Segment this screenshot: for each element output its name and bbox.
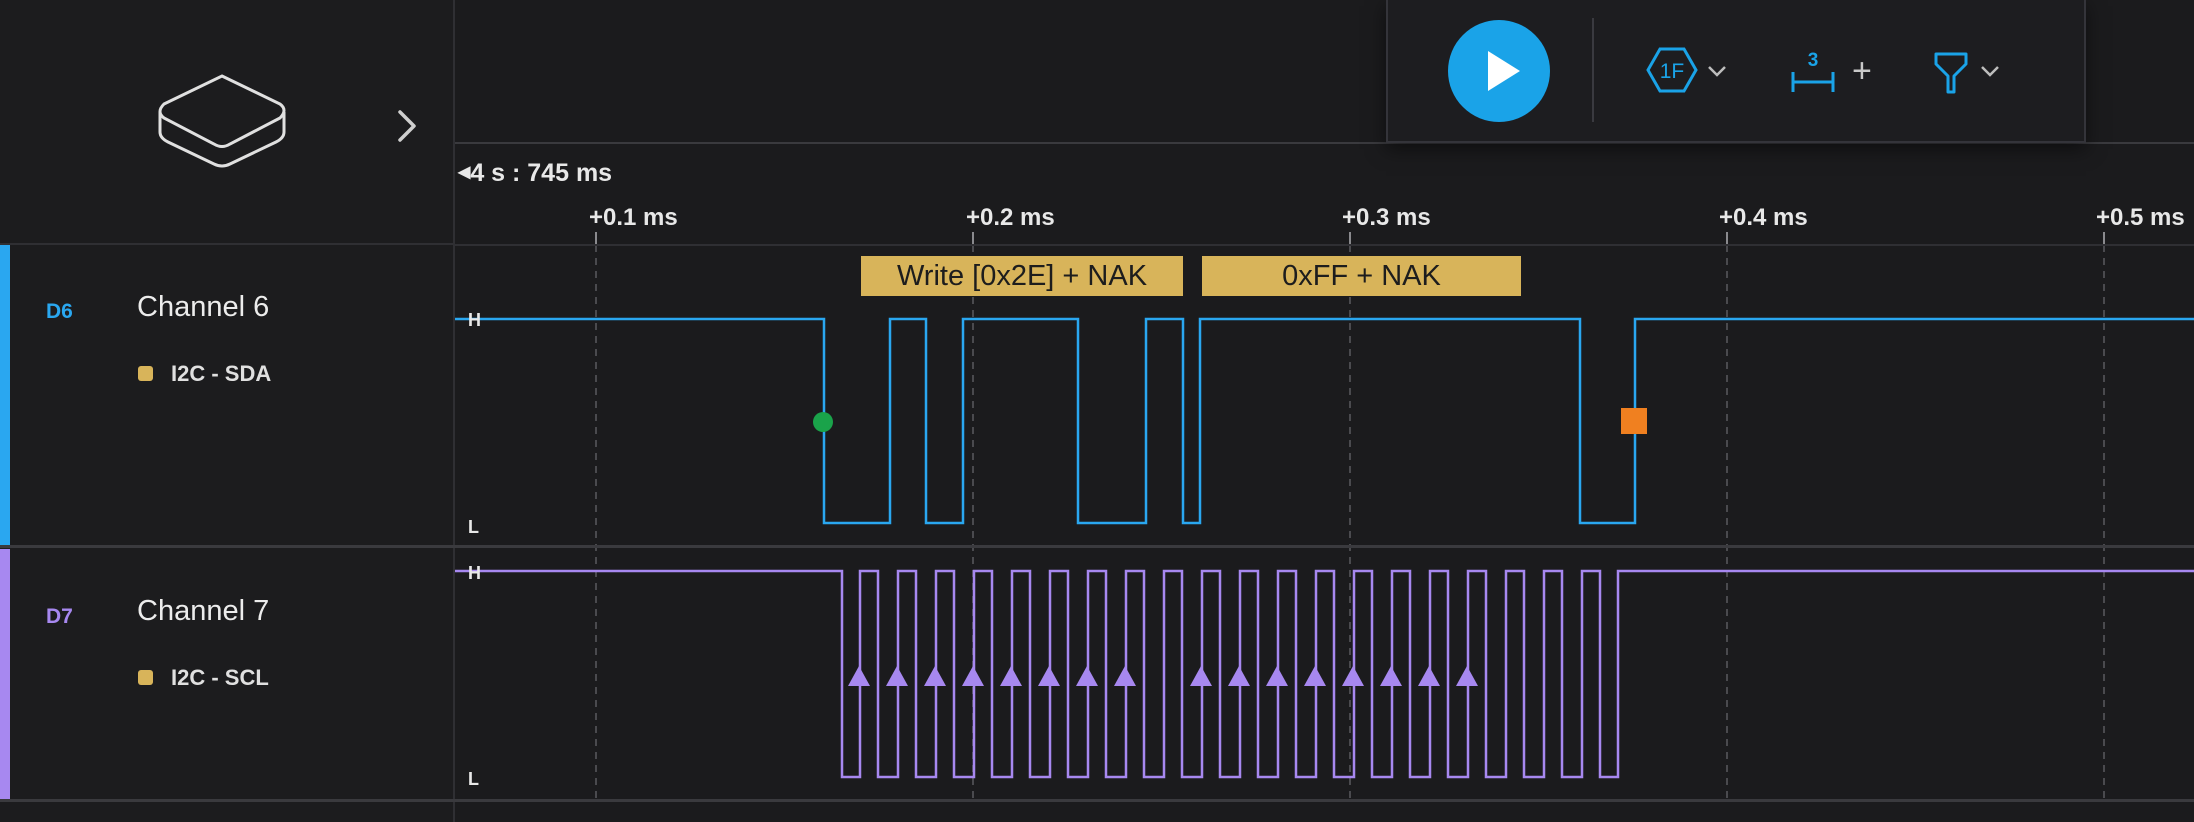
channel-sidebar: D6 Channel 6 I2C - SDA D7 Channel 7 I2C … (0, 0, 455, 822)
play-button[interactable] (1448, 20, 1550, 122)
toolbar-separator (1592, 18, 1594, 122)
sample-arrow-icon (1000, 666, 1022, 686)
logic-analyzer-window: H L H L D6 Channel 6 I2C - SDA D7 Channe… (0, 0, 2194, 822)
sample-arrow-icon (1038, 666, 1060, 686)
sample-arrow-icon (1304, 666, 1326, 686)
svg-text:3: 3 (1808, 50, 1819, 71)
sample-arrow-icon (962, 666, 984, 686)
d6-low-label: L (468, 517, 479, 537)
analyzer-color-dot (138, 366, 153, 381)
d6-high-label: H (468, 310, 481, 330)
sample-arrow-icon (924, 666, 946, 686)
play-icon (1488, 51, 1520, 91)
sample-arrow-icon (1342, 666, 1364, 686)
timing-marker-icon: 3 (1791, 50, 1835, 92)
time-origin: ◀4 s : 745 ms (458, 159, 612, 188)
i2c-frame-data[interactable]: 0xFF + NAK (1202, 256, 1521, 296)
sample-arrow-icon (1380, 666, 1402, 686)
start-marker[interactable] (813, 412, 833, 432)
trigger-button[interactable] (1933, 48, 2019, 96)
time-origin-label: 4 s : 745 ms (470, 159, 613, 187)
device-box-icon (158, 74, 286, 168)
time-tick-label: +0.4 ms (1719, 204, 1808, 231)
timing-marker-button[interactable]: 3 + (1790, 48, 1880, 96)
scl-waveform[interactable] (455, 569, 2194, 779)
funnel-trigger-icon (1934, 52, 1968, 94)
analyzer-button[interactable]: 1F (1646, 44, 1732, 96)
channel-divider (0, 545, 2194, 548)
hexagon-analyzer-icon: 1F (1646, 47, 1698, 93)
chevron-down-icon (1981, 66, 1999, 77)
sda-trace (455, 317, 2194, 525)
time-grid (455, 232, 2105, 799)
channel-color-bar (0, 549, 10, 802)
analyzer-color-dot (138, 670, 153, 685)
capture-toolbar: 1F 3 + (1386, 0, 2086, 143)
origin-caret-icon: ◀ (458, 164, 471, 181)
time-tick-label: +0.1 ms (589, 204, 678, 231)
scl-trace (455, 569, 2194, 779)
sda-waveform[interactable] (455, 317, 2194, 525)
analyzer-label[interactable]: I2C - SCL (171, 665, 269, 691)
ruler-divider (455, 244, 2194, 246)
channel-id: D7 (46, 605, 73, 628)
device-header (0, 0, 453, 245)
channel-row-d7[interactable]: D7 Channel 7 I2C - SCL (0, 549, 453, 802)
sample-arrow-icon (1190, 666, 1212, 686)
chevron-right-icon[interactable] (392, 106, 422, 146)
channel-color-bar (0, 245, 10, 546)
channel-row-d6[interactable]: D6 Channel 6 I2C - SDA (0, 245, 453, 546)
d7-low-label: L (468, 769, 479, 789)
channel-id: D6 (46, 300, 73, 323)
sample-arrow-icon (1456, 666, 1478, 686)
sample-arrow-icon (848, 666, 870, 686)
sample-arrow-icon (1418, 666, 1440, 686)
time-tick-label: +0.2 ms (966, 204, 1055, 231)
stop-marker[interactable] (1621, 408, 1647, 434)
sample-arrow-icon (1076, 666, 1098, 686)
sample-arrow-icon (1114, 666, 1136, 686)
sample-arrow-icon (1228, 666, 1250, 686)
i2c-frame-address[interactable]: Write [0x2E] + NAK (861, 256, 1183, 296)
channel-name[interactable]: Channel 6 (137, 291, 269, 324)
sample-arrow-icon (886, 666, 908, 686)
chevron-down-icon (1708, 66, 1726, 77)
sample-arrow-icon (1266, 666, 1288, 686)
add-plus-icon: + (1852, 52, 1872, 90)
channel-name[interactable]: Channel 7 (137, 595, 269, 628)
time-tick-label: +0.5 ms (2096, 204, 2185, 231)
svg-text:1F: 1F (1660, 60, 1685, 83)
channel-divider (0, 799, 2194, 802)
analyzer-label[interactable]: I2C - SDA (171, 361, 271, 387)
d7-high-label: H (468, 563, 481, 583)
time-tick-label: +0.3 ms (1342, 204, 1431, 231)
